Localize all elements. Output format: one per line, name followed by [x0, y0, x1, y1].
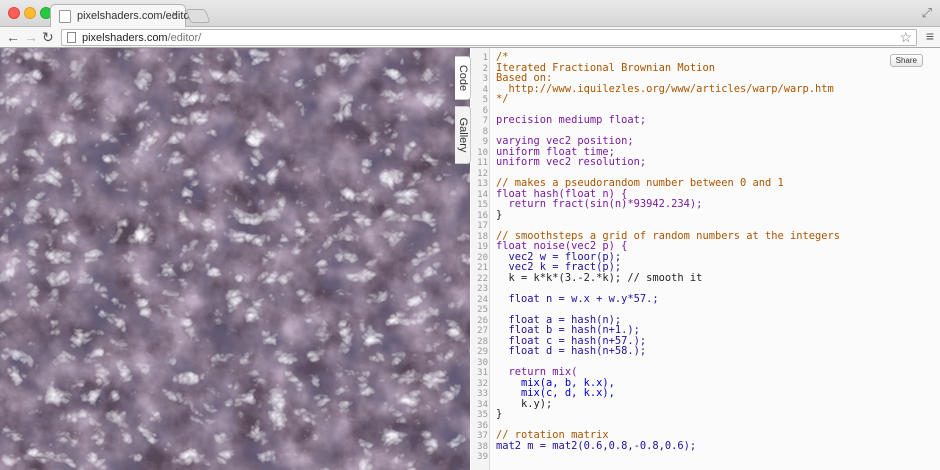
url-path: /editor/	[167, 32, 202, 44]
address-bar[interactable]: pixelshaders.com/editor/ ☆	[61, 29, 917, 46]
tab-close-icon[interactable]: ×	[172, 9, 178, 21]
reload-icon[interactable]: ↻	[42, 28, 54, 46]
code-line[interactable]: 35}	[471, 409, 940, 420]
code-line[interactable]: 37// rotation matrix	[471, 430, 940, 441]
code-line[interactable]: 38 mat2 m = mat2(0.6,0.8,-0.8,0.6);	[471, 439, 940, 452]
code-text: vec2 k = fract(p);	[496, 261, 622, 273]
browser-toolbar: ← → ↻ pixelshaders.com/editor/ ☆ ≡	[0, 27, 940, 48]
bookmark-star-icon[interactable]: ☆	[899, 29, 912, 46]
fullscreen-icon[interactable]: ⤢	[922, 5, 932, 21]
code-line[interactable]: 1/*	[471, 52, 940, 63]
code-line[interactable]: 39	[471, 451, 940, 462]
new-tab-button[interactable]	[185, 9, 211, 23]
code-text: float noise(vec2 p) {	[496, 240, 628, 252]
code-text: return fract(sin(n)*93942.234);	[496, 198, 703, 210]
code-line[interactable]: 21 vec2 k = fract(p);	[471, 262, 940, 273]
code-lines: 1/* 2 Iterated Fractional Brownian Motion 3…	[471, 52, 940, 462]
code-text: float d = hash(n+58.);	[496, 345, 647, 357]
code-line[interactable]: 4 http://www.iquilezles.org/www/articles…	[471, 82, 940, 95]
code-text: return mix(	[496, 366, 578, 378]
tab-code-label: Code	[456, 64, 469, 92]
code-line[interactable]: 5 */	[471, 94, 940, 105]
code-line[interactable]: 15 return fract(sin(n)*93942.234);	[471, 199, 940, 210]
shader-canvas[interactable]	[0, 48, 470, 470]
shader-output-image	[0, 48, 470, 470]
code-line[interactable]: 16}	[471, 208, 940, 221]
code-editor[interactable]: 1/* 2 Iterated Fractional Brownian Motion 3…	[471, 48, 940, 470]
code-line[interactable]: 11 uniform vec2 resolution;	[471, 157, 940, 168]
code-line[interactable]: 29 float d = hash(n+58.);	[471, 346, 940, 357]
browser-tab[interactable]: pixelshaders.com/editor/ ×	[50, 4, 196, 28]
code-text: precision mediump float;	[496, 114, 647, 126]
code-line[interactable]: 3 Based on:	[471, 73, 940, 84]
code-line[interactable]: 33 mix(c, d, k.x),	[471, 388, 940, 399]
code-text: }	[496, 408, 503, 420]
code-text: k = k*k*(3.-2.*k); // smooth it	[496, 271, 703, 284]
code-text: */	[496, 93, 509, 105]
code-line[interactable]: 17	[471, 220, 940, 231]
line-number: 39	[477, 452, 488, 462]
code-text: // makes a pseudorandom number between 0…	[496, 177, 784, 189]
page-favicon-icon	[59, 10, 71, 23]
tab-code[interactable]: Code	[455, 56, 471, 100]
code-line[interactable]: 24 float n = w.x + w.y*57.;	[471, 292, 940, 305]
code-text: /*	[496, 51, 509, 63]
page-icon	[67, 32, 76, 43]
browser-menu-icon[interactable]: ≡	[926, 28, 934, 44]
code-line[interactable]: 13// makes a pseudorandom number between…	[471, 178, 940, 189]
code-line[interactable]: 7 precision mediump float;	[471, 115, 940, 126]
url-text[interactable]: pixelshaders.com/editor/	[82, 32, 201, 44]
code-line[interactable]: 27 float b = hash(n+1.);	[471, 325, 940, 336]
code-text: http://www.iquilezles.org/www/articles/w…	[496, 82, 834, 95]
code-text: varying vec2 position;	[496, 135, 634, 147]
code-line[interactable]: 22 k = k*k*(3.-2.*k); // smooth it	[471, 271, 940, 284]
minimize-window-button[interactable]	[24, 7, 36, 19]
code-text: float b = hash(n+1.);	[496, 324, 640, 336]
share-button[interactable]: Share	[889, 54, 923, 67]
code-text: Based on:	[496, 72, 553, 84]
code-line[interactable]: 34 k.y);	[471, 397, 940, 410]
code-text: }	[496, 208, 503, 221]
code-line[interactable]: 31 return mix(	[471, 367, 940, 378]
url-host: pixelshaders.com	[82, 32, 168, 44]
code-text: uniform vec2 resolution;	[496, 156, 647, 168]
code-text: mat2 m = mat2(0.6,0.8,-0.8,0.6);	[496, 439, 697, 452]
close-window-button[interactable]	[8, 7, 20, 19]
back-arrow-icon[interactable]: ←	[6, 28, 20, 46]
code-line[interactable]: 9 varying vec2 position;	[471, 136, 940, 147]
code-text: float n = w.x + w.y*57.;	[496, 292, 659, 305]
forward-arrow-icon[interactable]: →	[24, 28, 38, 46]
code-text: mix(c, d, k.x),	[496, 387, 615, 399]
tab-title: pixelshaders.com/editor/	[77, 10, 197, 22]
window-titlebar: pixelshaders.com/editor/ × ⤢	[0, 0, 940, 28]
code-text: k.y);	[496, 397, 553, 410]
code-text: // rotation matrix	[496, 429, 609, 441]
code-line[interactable]: 19 float noise(vec2 p) {	[471, 241, 940, 252]
tab-gallery[interactable]: Gallery	[455, 106, 471, 164]
code-line[interactable]: 23	[471, 283, 940, 294]
tab-gallery-label: Gallery	[456, 117, 469, 153]
code-line[interactable]: 25	[471, 304, 940, 315]
